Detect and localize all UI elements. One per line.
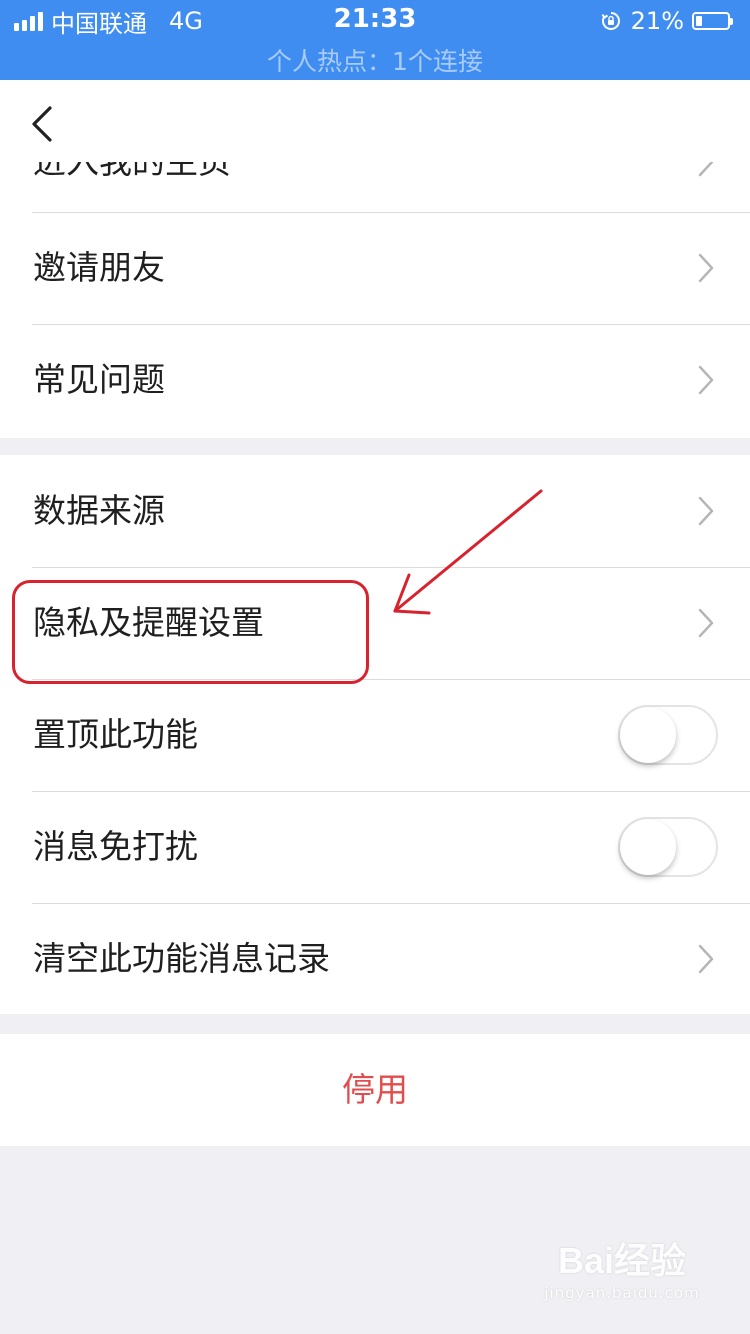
settings-item-invite-friends[interactable]: 邀请朋友 [0, 212, 750, 324]
status-bar: 中国联通 4G 21:33 21% 个人热点：1个连接 [0, 0, 750, 80]
watermark-logo: Bai经验 [557, 1240, 687, 1281]
chevron-right-icon [698, 608, 714, 638]
settings-item-label: 常见问题 [33, 360, 165, 399]
disable-section: 停用 [0, 1034, 750, 1146]
hotspot-banner[interactable]: 个人热点：1个连接 [0, 42, 750, 78]
settings-item-do-not-disturb: 消息免打扰 [0, 791, 750, 903]
rotation-lock-icon [601, 12, 620, 30]
settings-item-clear-history[interactable]: 清空此功能消息记录 [0, 903, 750, 1015]
battery-icon [692, 12, 733, 30]
settings-item-label: 隐私及提醒设置 [33, 603, 264, 642]
nav-bar [0, 80, 750, 162]
settings-item-pin-to-top: 置顶此功能 [0, 679, 750, 791]
pin-to-top-toggle[interactable] [618, 705, 718, 765]
settings-item-label: 消息免打扰 [33, 827, 198, 866]
disable-button[interactable]: 停用 [0, 1034, 750, 1146]
watermark-url: jingyan.baidu.com [544, 1284, 700, 1302]
back-arrow-icon[interactable] [26, 102, 60, 146]
toggle-knob [620, 819, 676, 875]
settings-item-faq[interactable]: 常见问题 [0, 324, 750, 436]
toggle-knob [620, 707, 676, 763]
status-right: 21% [601, 6, 733, 36]
settings-group-2: 数据来源 隐私及提醒设置 置顶此功能 消息免打扰 清空此功能消息记录 [0, 455, 750, 1014]
battery-fill [696, 16, 702, 26]
chevron-right-icon [698, 496, 714, 526]
settings-item-privacy-reminder[interactable]: 隐私及提醒设置 [0, 567, 750, 679]
watermark: Bai经验 jingyan.baidu.com [532, 1232, 712, 1312]
settings-item-label: 清空此功能消息记录 [33, 939, 330, 978]
settings-item-label: 置顶此功能 [33, 715, 198, 754]
settings-item-label: 数据来源 [33, 491, 165, 530]
chevron-right-icon [698, 365, 714, 395]
chevron-right-icon [698, 944, 714, 974]
settings-group-1: 进入我的主页 邀请朋友 常见问题 [0, 162, 750, 438]
chevron-right-icon [698, 162, 714, 177]
battery-percent: 21% [630, 7, 684, 35]
chevron-right-icon [698, 253, 714, 283]
settings-item-label: 进入我的主页 [33, 162, 231, 202]
settings-item-data-source[interactable]: 数据来源 [0, 455, 750, 567]
settings-item-partial[interactable]: 进入我的主页 [0, 162, 750, 212]
settings-item-label: 邀请朋友 [33, 248, 165, 287]
do-not-disturb-toggle[interactable] [618, 817, 718, 877]
